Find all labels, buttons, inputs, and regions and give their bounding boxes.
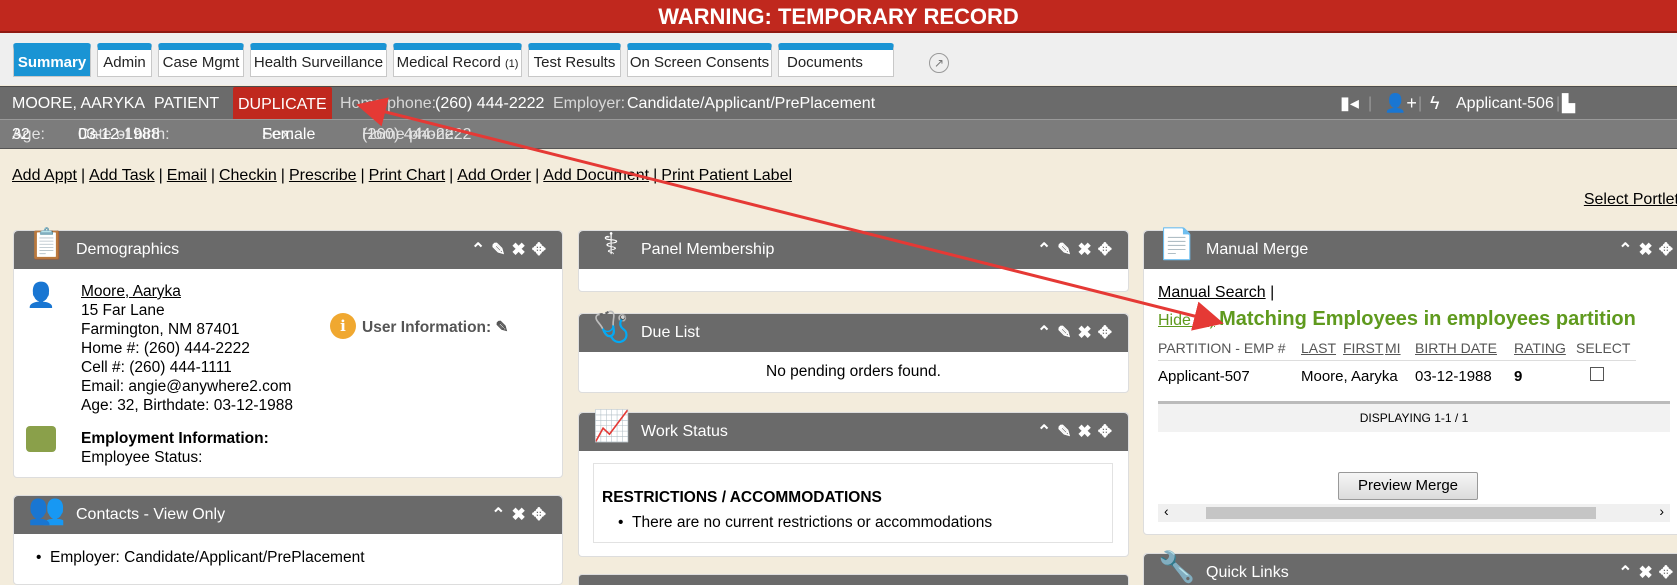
annotation-arrow [356,97,1224,331]
